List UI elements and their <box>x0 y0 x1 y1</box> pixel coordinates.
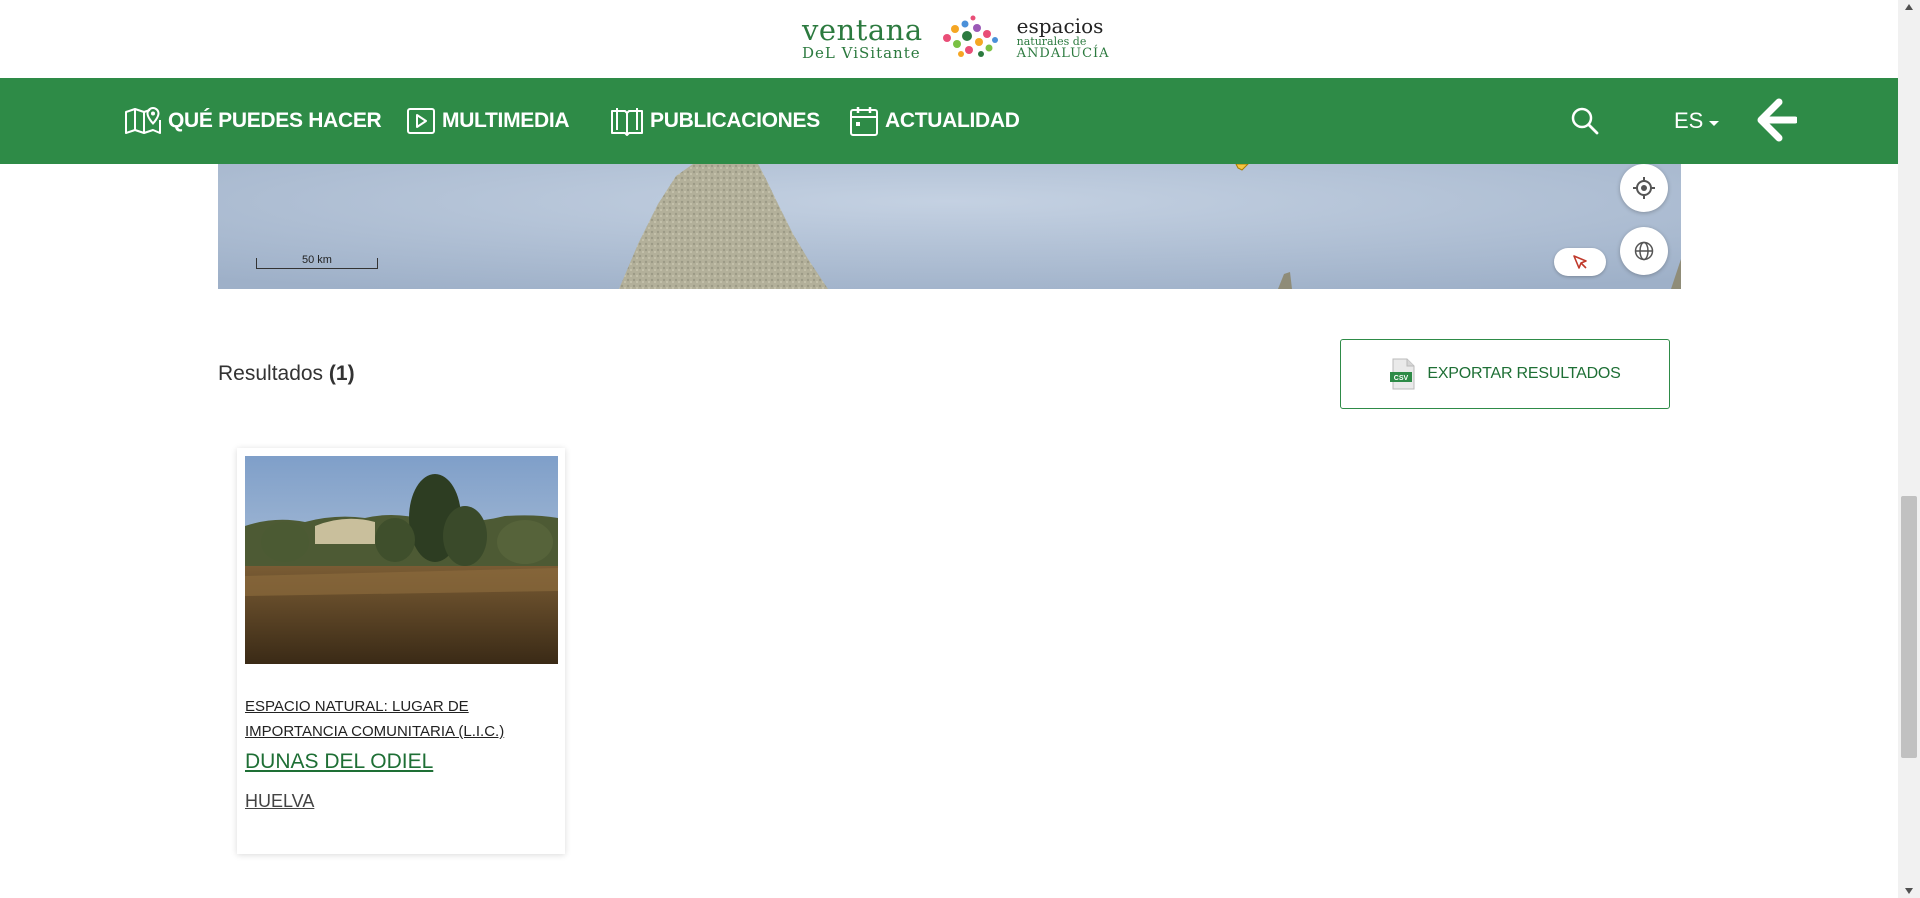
logo-line1: ventana <box>802 12 923 47</box>
nav-item-actualidad[interactable]: ACTUALIDAD <box>849 78 1020 164</box>
book-icon <box>611 108 643 136</box>
result-card-title[interactable]: DUNAS DEL ODIEL <box>245 750 433 774</box>
csv-file-icon: CSV <box>1390 358 1415 390</box>
play-icon <box>407 108 435 134</box>
nav-item-multimedia[interactable]: MULTIMEDIA <box>406 78 570 164</box>
nav-label: MULTIMEDIA <box>442 109 570 132</box>
results-count: Resultados (1) <box>218 362 355 386</box>
nav-item-que-puedes-hacer[interactable]: QUÉ PUEDES HACER <box>124 78 382 164</box>
nav-label: ACTUALIDAD <box>885 109 1020 132</box>
map-terrain <box>218 164 1681 289</box>
locate-button[interactable] <box>1620 164 1668 212</box>
results-count-value: (1) <box>328 362 355 385</box>
svg-text:CSV: CSV <box>1394 375 1409 382</box>
export-results-label: EXPORTAR RESULTADOS <box>1427 365 1621 382</box>
scroll-down-icon[interactable] <box>1905 888 1913 894</box>
back-arrow-icon[interactable] <box>1757 98 1797 142</box>
nav-label: QUÉ PUEDES HACER <box>168 109 382 132</box>
map-scale-bar: 50 km <box>256 254 378 269</box>
logo-wordmark: ventana DeL ViSitante <box>802 12 923 62</box>
nav-label: PUBLICACIONES <box>650 109 820 132</box>
result-card-location[interactable]: HUELVA <box>245 791 314 812</box>
export-results-button[interactable]: CSV EXPORTAR RESULTADOS <box>1340 339 1670 409</box>
nav-item-publicaciones[interactable]: PUBLICACIONES <box>610 78 820 164</box>
logo-line2: DeL ViSitante <box>802 43 921 62</box>
logo-ena: espacios naturales de ANDALUCÍA <box>1017 16 1110 60</box>
result-card-type[interactable]: ESPACIO NATURAL: LUGAR DE IMPORTANCIA CO… <box>245 694 545 744</box>
main-nav: QUÉ PUEDES HACER MULTIMEDIA PUBLICACIONE… <box>0 78 1898 164</box>
calendar-icon <box>850 107 878 136</box>
crosshair-icon <box>1633 177 1655 199</box>
map-select-button[interactable] <box>1554 248 1606 276</box>
cursor-select-icon <box>1573 255 1587 269</box>
site-logo[interactable]: ventana DeL ViSitante espacios naturales… <box>802 10 1110 66</box>
map-view[interactable]: 50 km <box>218 164 1681 289</box>
logo-right-line1: espacios <box>1016 14 1104 38</box>
page-scrollbar[interactable] <box>1898 0 1920 898</box>
globe-icon <box>1634 241 1654 261</box>
scroll-up-icon[interactable] <box>1905 4 1913 10</box>
language-selector[interactable]: ES <box>1674 78 1720 164</box>
search-icon[interactable] <box>1570 106 1600 136</box>
result-card[interactable]: ESPACIO NATURAL: LUGAR DE IMPORTANCIA CO… <box>237 448 565 854</box>
landscape-photo <box>245 456 558 664</box>
logo-right-line3: ANDALUCÍA <box>1016 46 1110 61</box>
chevron-down-icon <box>1709 120 1720 126</box>
globe-button[interactable] <box>1620 227 1668 275</box>
logo-flower-icon <box>942 15 998 57</box>
results-label-text: Resultados <box>218 362 324 385</box>
language-label: ES <box>1674 108 1704 133</box>
result-card-image[interactable] <box>245 456 558 664</box>
header-logo-bar: ventana DeL ViSitante espacios naturales… <box>0 0 1898 78</box>
map-pin-icon <box>125 106 161 134</box>
scroll-thumb[interactable] <box>1901 496 1917 758</box>
map-scale-label: 50 km <box>302 254 332 266</box>
